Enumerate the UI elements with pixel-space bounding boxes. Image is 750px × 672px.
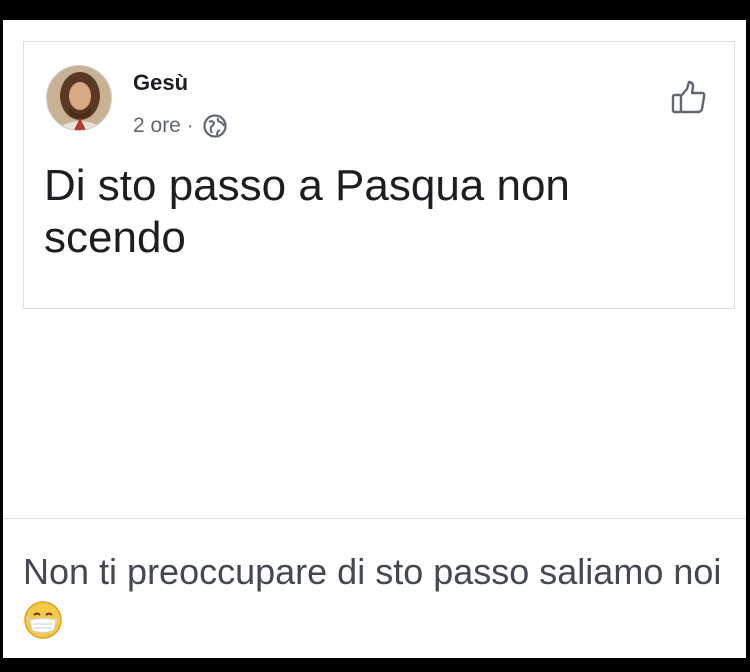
separator-dot: · (186, 114, 194, 137)
portrait-icon (47, 66, 111, 130)
post-text: Di sto passo a Pasqua non scendo (44, 161, 570, 262)
post-time[interactable]: 2 ore (133, 114, 181, 138)
face-with-medical-mask-emoji (23, 600, 63, 640)
like-icon[interactable] (670, 78, 708, 116)
divider (3, 518, 746, 519)
post-card: Gesù 2 ore · Di sto passo a Pasqua non s… (23, 41, 735, 309)
reply-text-content: Non ti preoccupare di sto passo saliamo … (23, 551, 722, 592)
post-meta: 2 ore · (133, 112, 228, 140)
author-name[interactable]: Gesù (133, 70, 188, 96)
globe-icon (202, 113, 228, 139)
reply-text: Non ti preoccupare di sto passo saliamo … (23, 548, 723, 644)
profile-avatar[interactable] (46, 65, 112, 131)
post-screen: Gesù 2 ore · Di sto passo a Pasqua non s… (3, 20, 746, 658)
